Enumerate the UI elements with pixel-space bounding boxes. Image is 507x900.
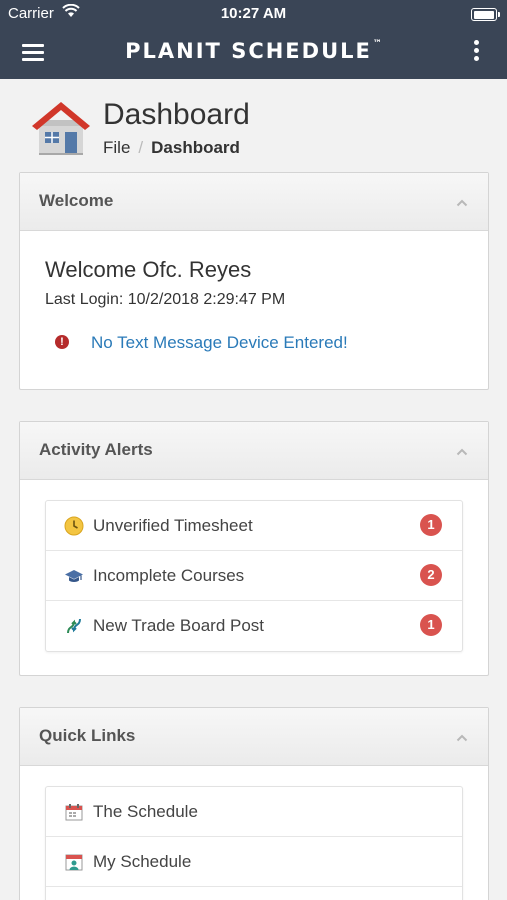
- welcome-panel: Welcome Welcome Ofc. Reyes Last Login: 1…: [19, 172, 489, 390]
- status-bar: Carrier 10:27 AM: [0, 0, 507, 28]
- link-item-the-schedule[interactable]: The Schedule: [46, 787, 462, 837]
- count-badge: 1: [420, 514, 442, 536]
- person-calendar-icon: [65, 854, 83, 871]
- alerts-panel-header[interactable]: Activity Alerts: [20, 422, 488, 480]
- alert-item-unverified-timesheet[interactable]: Unverified Timesheet 1: [46, 501, 462, 551]
- welcome-panel-title: Welcome: [39, 191, 114, 210]
- breadcrumb-file[interactable]: File: [103, 138, 130, 157]
- logo-text: PLANIT SCHEDULE: [125, 39, 372, 63]
- list-item-label: Unverified Timesheet: [93, 516, 253, 535]
- alerts-list: Unverified Timesheet 1 Incomplete Course…: [45, 500, 463, 652]
- clock-icon: [64, 516, 84, 536]
- calendar-icon: [65, 804, 83, 821]
- alert-item-new-trade-board-post[interactable]: New Trade Board Post 1: [46, 601, 462, 651]
- alert-item-incomplete-courses[interactable]: Incomplete Courses 2: [46, 551, 462, 601]
- link-item-my-schedule[interactable]: My Schedule: [46, 837, 462, 887]
- quick-links-list: The Schedule My Schedule: [45, 786, 463, 900]
- last-login-text: Last Login: 10/2/2018 2:29:47 PM: [45, 291, 286, 308]
- quick-links-panel: Quick Links The Schedule My Schedule: [19, 707, 489, 900]
- more-options-icon[interactable]: [469, 40, 483, 66]
- breadcrumb-separator: /: [138, 138, 144, 157]
- alerts-panel-title: Activity Alerts: [39, 440, 153, 459]
- trade-arrows-icon: [67, 618, 81, 634]
- welcome-panel-header[interactable]: Welcome: [20, 173, 488, 231]
- breadcrumb-current: Dashboard: [151, 138, 240, 157]
- list-item-label: The Schedule: [93, 802, 198, 821]
- list-item-label: Incomplete Courses: [93, 566, 245, 585]
- links-panel-title: Quick Links: [39, 726, 136, 745]
- list-item-label: My Schedule: [93, 852, 192, 871]
- exclamation-icon: !: [55, 335, 69, 349]
- app-navbar: PLANIT SCHEDULE™: [0, 28, 507, 79]
- clock-time: 10:27 AM: [220, 5, 287, 22]
- count-badge: 1: [420, 614, 442, 636]
- welcome-greeting: Welcome Ofc. Reyes: [45, 257, 252, 282]
- activity-alerts-panel: Activity Alerts Unverified Timesheet 1 I…: [19, 421, 489, 676]
- count-badge: 2: [420, 564, 442, 586]
- no-device-link[interactable]: No Text Message Device Entered!: [91, 333, 348, 353]
- page-title: Dashboard: [103, 98, 250, 131]
- battery-icon: [471, 8, 500, 21]
- links-panel-header[interactable]: Quick Links: [20, 708, 488, 766]
- chevron-up-icon[interactable]: [456, 197, 468, 209]
- logo-trademark: ™: [372, 39, 382, 49]
- graduation-cap-icon: [65, 570, 83, 582]
- app-logo: PLANIT SCHEDULE™: [0, 39, 507, 63]
- link-item-partial[interactable]: [46, 887, 462, 900]
- house-icon: [32, 102, 90, 155]
- list-item-label: New Trade Board Post: [93, 616, 265, 635]
- chevron-up-icon[interactable]: [456, 732, 468, 744]
- breadcrumb: File / Dashboard: [103, 138, 240, 158]
- chevron-up-icon[interactable]: [456, 446, 468, 458]
